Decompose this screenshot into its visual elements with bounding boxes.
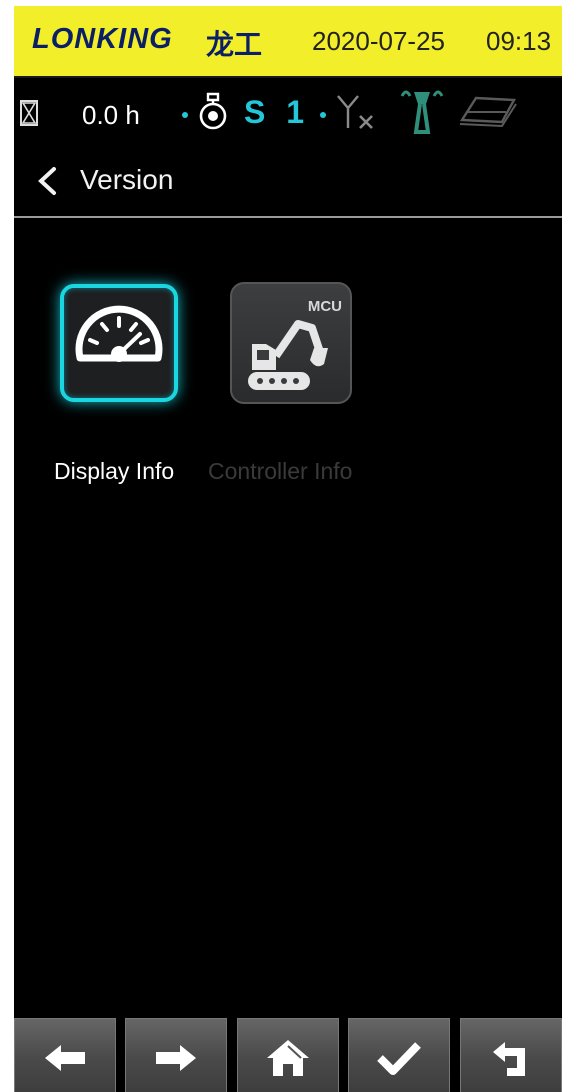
back-chevron-icon[interactable]: [36, 166, 58, 201]
brand-logo: LONKING: [32, 23, 173, 55]
header-bar: LONKING 龙工 2020-07-25 09:13: [14, 6, 562, 78]
arrow-left-icon: [45, 1045, 85, 1071]
brand-logo-cn: 龙工: [206, 28, 263, 61]
controller-info-label[interactable]: Controller Info: [208, 458, 352, 485]
bottom-nav: [14, 1018, 562, 1092]
speed-mode: S 1: [244, 94, 311, 130]
controller-info-tile[interactable]: MCU: [230, 282, 352, 404]
hourglass-icon: [20, 100, 38, 131]
display-info-label[interactable]: Display Info: [54, 458, 174, 485]
page-title: Version: [80, 164, 174, 195]
status-dot: [320, 112, 326, 118]
prev-button[interactable]: [14, 1018, 116, 1092]
speedometer-icon: [64, 305, 174, 402]
excavator-icon: [232, 284, 350, 407]
confirm-button[interactable]: [348, 1018, 450, 1092]
arrow-right-icon: [156, 1045, 196, 1071]
return-button[interactable]: [460, 1018, 562, 1092]
book-icon: [456, 94, 520, 133]
engine-icon: [196, 92, 230, 137]
screen: LONKING 龙工 2020-07-25 09:13 0.0 h S 1 Ve…: [14, 6, 562, 1092]
date-display: 2020-07-25: [312, 26, 445, 56]
time-display: 09:13: [486, 26, 552, 56]
no-signal-icon: [334, 92, 380, 137]
home-button[interactable]: [237, 1018, 339, 1092]
display-info-tile[interactable]: [60, 284, 178, 402]
status-bar: 0.0 h S 1: [14, 78, 562, 148]
engine-hours: 0.0 h: [82, 100, 140, 130]
page-header: Version: [14, 148, 562, 218]
check-icon: [377, 1042, 421, 1075]
return-icon: [493, 1042, 525, 1076]
next-button[interactable]: [125, 1018, 227, 1092]
status-dot: [182, 112, 188, 118]
home-icon: [267, 1040, 309, 1076]
signal-tower-icon: [398, 84, 446, 141]
